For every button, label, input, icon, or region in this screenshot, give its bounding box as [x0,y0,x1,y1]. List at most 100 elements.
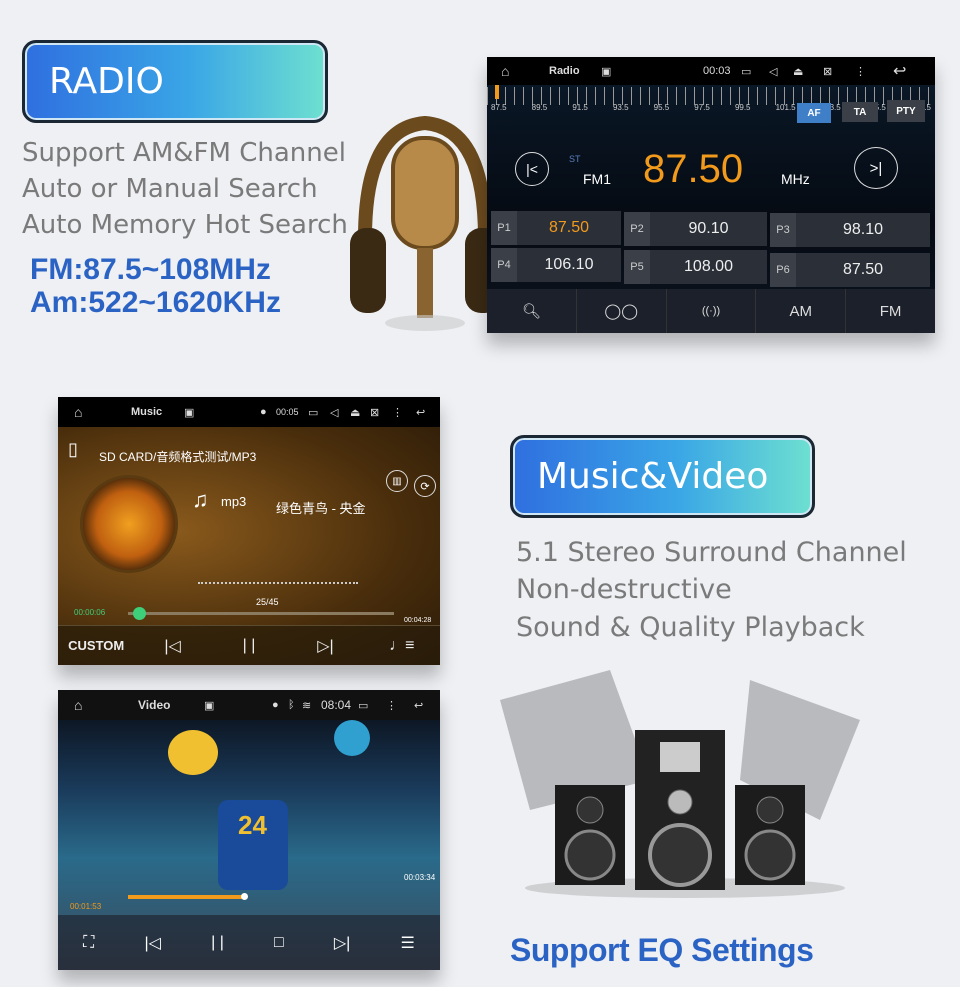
progress-bar[interactable] [128,893,388,900]
volume-icon[interactable]: ◁ [330,406,338,419]
location-icon: ● [260,406,267,418]
search-icon: 🔍︎ [521,303,541,320]
scale-label: 97.5 [694,103,710,112]
stop-icon[interactable]: □ [274,934,284,952]
fullscreen-icon[interactable]: ⛶ [83,934,94,952]
search-button[interactable]: 🔍︎ [487,289,577,333]
clock: 00:03 [703,65,731,77]
video-screen: ⌂ Video ▣ ● ᛒ ≋ 08:04 ▭ ⋮ ↩ 24 00:03:34 … [58,690,440,970]
scale-label: 101.5 [775,103,796,112]
preset-label: P5 [624,250,650,284]
seek-forward-button[interactable]: >| [854,147,898,189]
fm-button[interactable]: FM [846,289,935,333]
eject-icon[interactable]: ⏏ [793,65,803,78]
music-video-heading: Music&Video [510,435,815,518]
frequency-display: 87.50 [643,147,744,191]
pompom-blue [334,720,370,756]
progress-bar[interactable] [128,607,394,620]
tuner-marker[interactable] [495,85,499,99]
bluetooth-icon: ᛒ [288,699,295,711]
af-button[interactable]: AF [797,103,831,123]
feature-text: Non-destructive [516,574,732,605]
scale-label: 91.5 [572,103,588,112]
back-icon[interactable]: ↩ [414,699,423,712]
jersey-number: 24 [238,810,267,840]
next-icon: ▷| [317,637,334,655]
rds-button[interactable]: ((·)) [667,289,757,333]
music-video-heading-text: Music&Video [537,456,769,497]
am-button[interactable]: AM [756,289,847,333]
radio-screen: ⌂ Radio ▣ 00:03 ▭ ◁ ⏏ ⊠ ⋮ ↩ 87.5 89.5 91.5… [487,57,935,333]
preset-2[interactable]: P2 90.10 [624,212,767,246]
playlist-button[interactable]: ♩≡ [364,626,440,665]
screen-icon[interactable]: ▭ [308,406,318,419]
image-icon: ▣ [204,699,215,712]
next-icon[interactable]: ▷| [334,933,350,953]
progress-fill [128,893,248,900]
close-screen-icon[interactable]: ⊠ [823,65,832,78]
clock: 08:04 [321,698,352,712]
pause-button[interactable]: | | [211,626,287,665]
elapsed-time: 00:00:06 [74,608,106,617]
menu-icon[interactable]: ⋮ [386,699,397,712]
next-button[interactable]: ▷| [287,626,363,665]
eject-icon[interactable]: ⏏ [350,406,360,419]
preset-value: 106.10 [544,256,594,273]
album-art [80,475,178,573]
home-icon[interactable]: ⌂ [74,697,82,713]
location-icon: ● [272,699,279,711]
previous-button[interactable]: |◁ [134,626,210,665]
back-icon[interactable]: ↩ [416,406,425,419]
speakers-image [500,670,860,898]
seek-back-button[interactable]: |< [515,152,549,186]
equalizer-button[interactable]: ▥ [386,470,408,492]
preset-label: P3 [770,213,796,247]
app-title: Radio [549,65,580,77]
elapsed-time: 00:01:53 [70,902,102,911]
preset-label: P1 [491,211,517,245]
radio-heading: RADIO [22,40,328,123]
preset-3[interactable]: P3 98.10 [770,213,930,247]
pause-icon[interactable]: | | [211,934,224,952]
home-icon[interactable]: ⌂ [74,404,82,420]
menu-icon[interactable]: ⋮ [392,406,403,419]
app-title: Video [138,698,171,712]
band-label: FM1 [583,171,611,187]
back-icon[interactable]: ↩ [893,61,906,81]
feature-text: Sound & Quality Playback [516,612,865,643]
ta-button[interactable]: TA [842,102,878,122]
track-counter: 25/45 [256,597,279,607]
radio-heading-text: RADIO [49,61,164,102]
feature-text: Support AM&FM Channel [22,138,346,168]
screen-icon[interactable]: ▭ [358,699,368,712]
feature-text: Auto Memory Hot Search [22,210,348,240]
playlist-icon: ♩≡ [389,636,415,654]
music-screen: ⌂ Music ▣ ● 00:05 ▭ ◁ ⏏ ⊠ ⋮ ↩ ▯ SD CARD/… [58,397,440,665]
volume-icon[interactable]: ◁ [769,65,777,78]
preset-1[interactable]: P1 87.50 [491,211,621,245]
home-icon[interactable]: ⌂ [501,63,509,79]
feature-text: 5.1 Stereo Surround Channel [516,537,907,568]
eq-preset-button[interactable]: CUSTOM [58,626,134,665]
stereo-button[interactable]: ◯◯ [577,289,667,333]
scale-label: 95.5 [653,103,670,112]
close-screen-icon[interactable]: ⊠ [370,406,379,419]
eq-support-text: Support EQ Settings [510,932,814,968]
pompom-yellow [168,730,218,775]
previous-icon[interactable]: |◁ [144,933,160,953]
scale-label: 93.5 [612,103,629,112]
pty-button[interactable]: PTY [887,100,925,122]
image-icon: ▣ [601,65,612,78]
preset-value: 90.10 [688,220,729,237]
preset-4[interactable]: P4 106.10 [491,248,621,282]
preset-value: 108.00 [684,258,733,275]
screen-icon[interactable]: ▭ [741,65,751,78]
progress-thumb[interactable] [241,893,248,900]
menu-icon[interactable]: ⋮ [855,65,866,78]
preset-5[interactable]: P5 108.00 [624,250,767,284]
preset-6[interactable]: P6 87.50 [770,253,930,287]
progress-thumb[interactable] [133,607,147,620]
song-title: 绿色青鸟 - 央金 [276,501,366,516]
repeat-button[interactable]: ⟳ [414,475,436,497]
playlist-icon[interactable]: ☰ [401,933,415,953]
